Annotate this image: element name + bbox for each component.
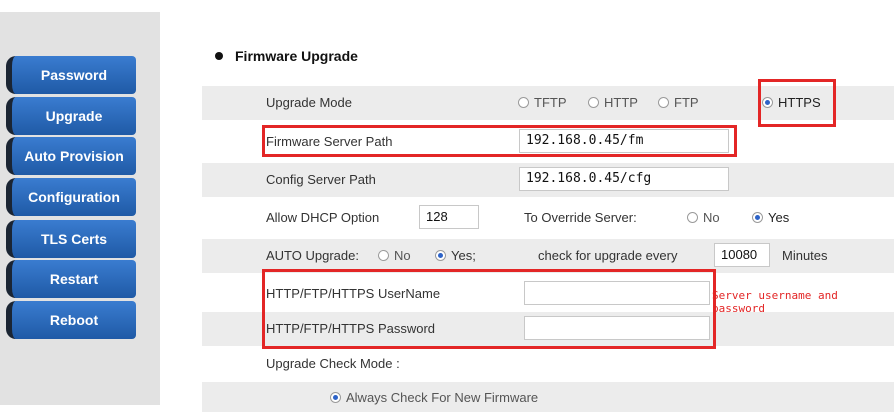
- sidebar-item-restart[interactable]: Restart: [6, 260, 136, 298]
- sidebar-item-label: Restart: [49, 271, 99, 287]
- check-mode-row: Upgrade Check Mode :: [202, 348, 894, 382]
- dhcp-option-input[interactable]: 128: [419, 205, 479, 229]
- sidebar-item-password[interactable]: Password: [6, 56, 136, 94]
- upgrade-mode-label: Upgrade Mode: [266, 95, 352, 110]
- sidebar-item-tls-certs[interactable]: TLS Certs: [6, 220, 136, 258]
- firmware-server-path-row: Firmware Server Path 192.168.0.45/fm: [202, 125, 894, 159]
- username-label: HTTP/FTP/HTTPS UserName: [266, 286, 441, 301]
- sidebar-item-reboot[interactable]: Reboot: [6, 301, 136, 339]
- password-input[interactable]: [524, 316, 710, 340]
- sidebar-item-label: Auto Provision: [24, 148, 124, 164]
- override-server-label: To Override Server:: [524, 210, 637, 225]
- auto-upgrade-row: AUTO Upgrade: No Yes; check for upgrade …: [202, 239, 894, 273]
- radio-selected-icon[interactable]: [762, 97, 773, 108]
- upgrade-mode-https[interactable]: HTTPS: [762, 95, 821, 110]
- sidebar-item-configuration[interactable]: Configuration: [6, 178, 136, 216]
- sidebar-item-auto-provision[interactable]: Auto Provision: [6, 137, 136, 175]
- auto-upgrade-yes[interactable]: Yes;: [435, 248, 476, 263]
- radio-icon[interactable]: [588, 97, 599, 108]
- section-header: Firmware Upgrade: [215, 48, 358, 64]
- radio-selected-icon[interactable]: [752, 212, 763, 223]
- radio-icon[interactable]: [378, 250, 389, 261]
- bullet-icon: [215, 52, 223, 60]
- upgrade-mode-tftp[interactable]: TFTP: [518, 95, 567, 110]
- radio-icon[interactable]: [658, 97, 669, 108]
- check-interval-input[interactable]: 10080: [714, 243, 770, 267]
- check-interval-label: check for upgrade every: [538, 248, 678, 263]
- upgrade-mode-http[interactable]: HTTP: [588, 95, 638, 110]
- check-mode-option-row: Always Check For New Firmware: [202, 382, 894, 412]
- auto-upgrade-no[interactable]: No: [378, 248, 411, 263]
- auto-upgrade-label: AUTO Upgrade:: [266, 248, 359, 263]
- config-server-path-input[interactable]: 192.168.0.45/cfg: [519, 167, 729, 191]
- firmware-server-path-label: Firmware Server Path: [266, 134, 393, 149]
- radio-selected-icon[interactable]: [330, 392, 341, 403]
- sidebar: Password Upgrade Auto Provision Configur…: [0, 12, 160, 405]
- dhcp-option-row: Allow DHCP Option 128 To Override Server…: [202, 201, 894, 235]
- radio-icon[interactable]: [687, 212, 698, 223]
- sidebar-item-label: Reboot: [49, 312, 99, 328]
- override-no[interactable]: No: [687, 210, 720, 225]
- check-mode-label: Upgrade Check Mode :: [266, 356, 400, 371]
- firmware-server-path-input[interactable]: 192.168.0.45/fm: [519, 129, 729, 153]
- radio-selected-icon[interactable]: [435, 250, 446, 261]
- main-content: Firmware Upgrade Upgrade Mode TFTP HTTP …: [160, 12, 894, 412]
- upgrade-mode-row: Upgrade Mode TFTP HTTP FTP HTTPS: [202, 86, 894, 120]
- annotation-note: Server username and password: [712, 289, 838, 315]
- section-title: Firmware Upgrade: [235, 48, 358, 64]
- upgrade-mode-ftp[interactable]: FTP: [658, 95, 699, 110]
- sidebar-item-label: Password: [40, 67, 108, 83]
- config-server-path-label: Config Server Path: [266, 172, 376, 187]
- check-mode-always[interactable]: Always Check For New Firmware: [330, 390, 538, 405]
- dhcp-option-label: Allow DHCP Option: [266, 210, 380, 225]
- check-interval-unit: Minutes: [782, 248, 828, 263]
- config-server-path-row: Config Server Path 192.168.0.45/cfg: [202, 163, 894, 197]
- password-row: HTTP/FTP/HTTPS Password: [202, 312, 894, 346]
- sidebar-item-label: TLS Certs: [40, 231, 108, 247]
- username-input[interactable]: [524, 281, 710, 305]
- override-yes[interactable]: Yes: [752, 210, 789, 225]
- sidebar-item-upgrade[interactable]: Upgrade: [6, 97, 136, 135]
- password-label: HTTP/FTP/HTTPS Password: [266, 321, 436, 336]
- radio-icon[interactable]: [518, 97, 529, 108]
- sidebar-item-label: Upgrade: [45, 108, 103, 124]
- sidebar-item-label: Configuration: [28, 189, 120, 205]
